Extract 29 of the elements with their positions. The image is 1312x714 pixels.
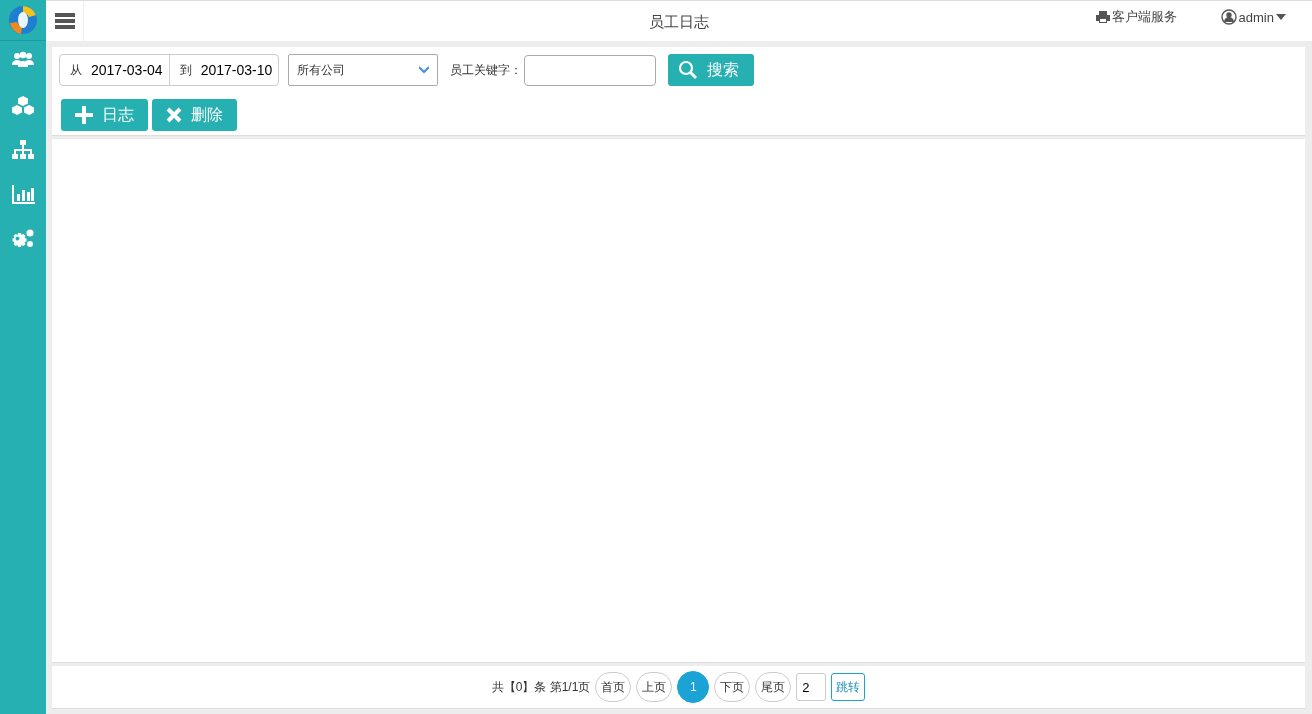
to-label: 到	[179, 61, 192, 79]
page-button[interactable]: 尾页	[755, 672, 792, 702]
org-chart-icon[interactable]	[11, 138, 35, 162]
service-link[interactable]: 客户端服务	[1095, 8, 1177, 26]
close-icon	[166, 107, 182, 123]
bar-chart-icon[interactable]	[11, 182, 35, 206]
cubes-icon[interactable]	[11, 94, 35, 118]
logo-icon	[8, 5, 38, 35]
jump-page-input[interactable]: 2	[796, 673, 827, 701]
page-button[interactable]: 上页	[636, 672, 673, 702]
keyword-label: 员工关键字：	[450, 61, 523, 79]
user-icon	[1220, 9, 1237, 25]
page-summary: 共【0】条 第1/1页	[491, 678, 591, 696]
plus-icon	[75, 106, 93, 124]
from-label: 从	[70, 61, 82, 79]
caret-icon	[1276, 14, 1286, 20]
keyword-input[interactable]	[524, 54, 657, 86]
page-title: 员工日志	[649, 13, 709, 30]
page-button[interactable]: 首页	[595, 672, 632, 702]
menu-icon	[54, 13, 75, 29]
search-icon	[678, 60, 699, 80]
from-date-field[interactable]: 2017-03-04	[91, 62, 163, 78]
jump-button[interactable]: 跳转	[831, 673, 866, 701]
page-button[interactable]: 下页	[714, 672, 751, 702]
printer-icon	[1095, 11, 1110, 23]
company-dropdown[interactable]: 所有公司	[288, 54, 439, 86]
chevron-icon	[419, 66, 430, 74]
user-menu[interactable]: admin	[1220, 9, 1286, 25]
to-date-field[interactable]: 2017-03-10	[200, 62, 273, 78]
